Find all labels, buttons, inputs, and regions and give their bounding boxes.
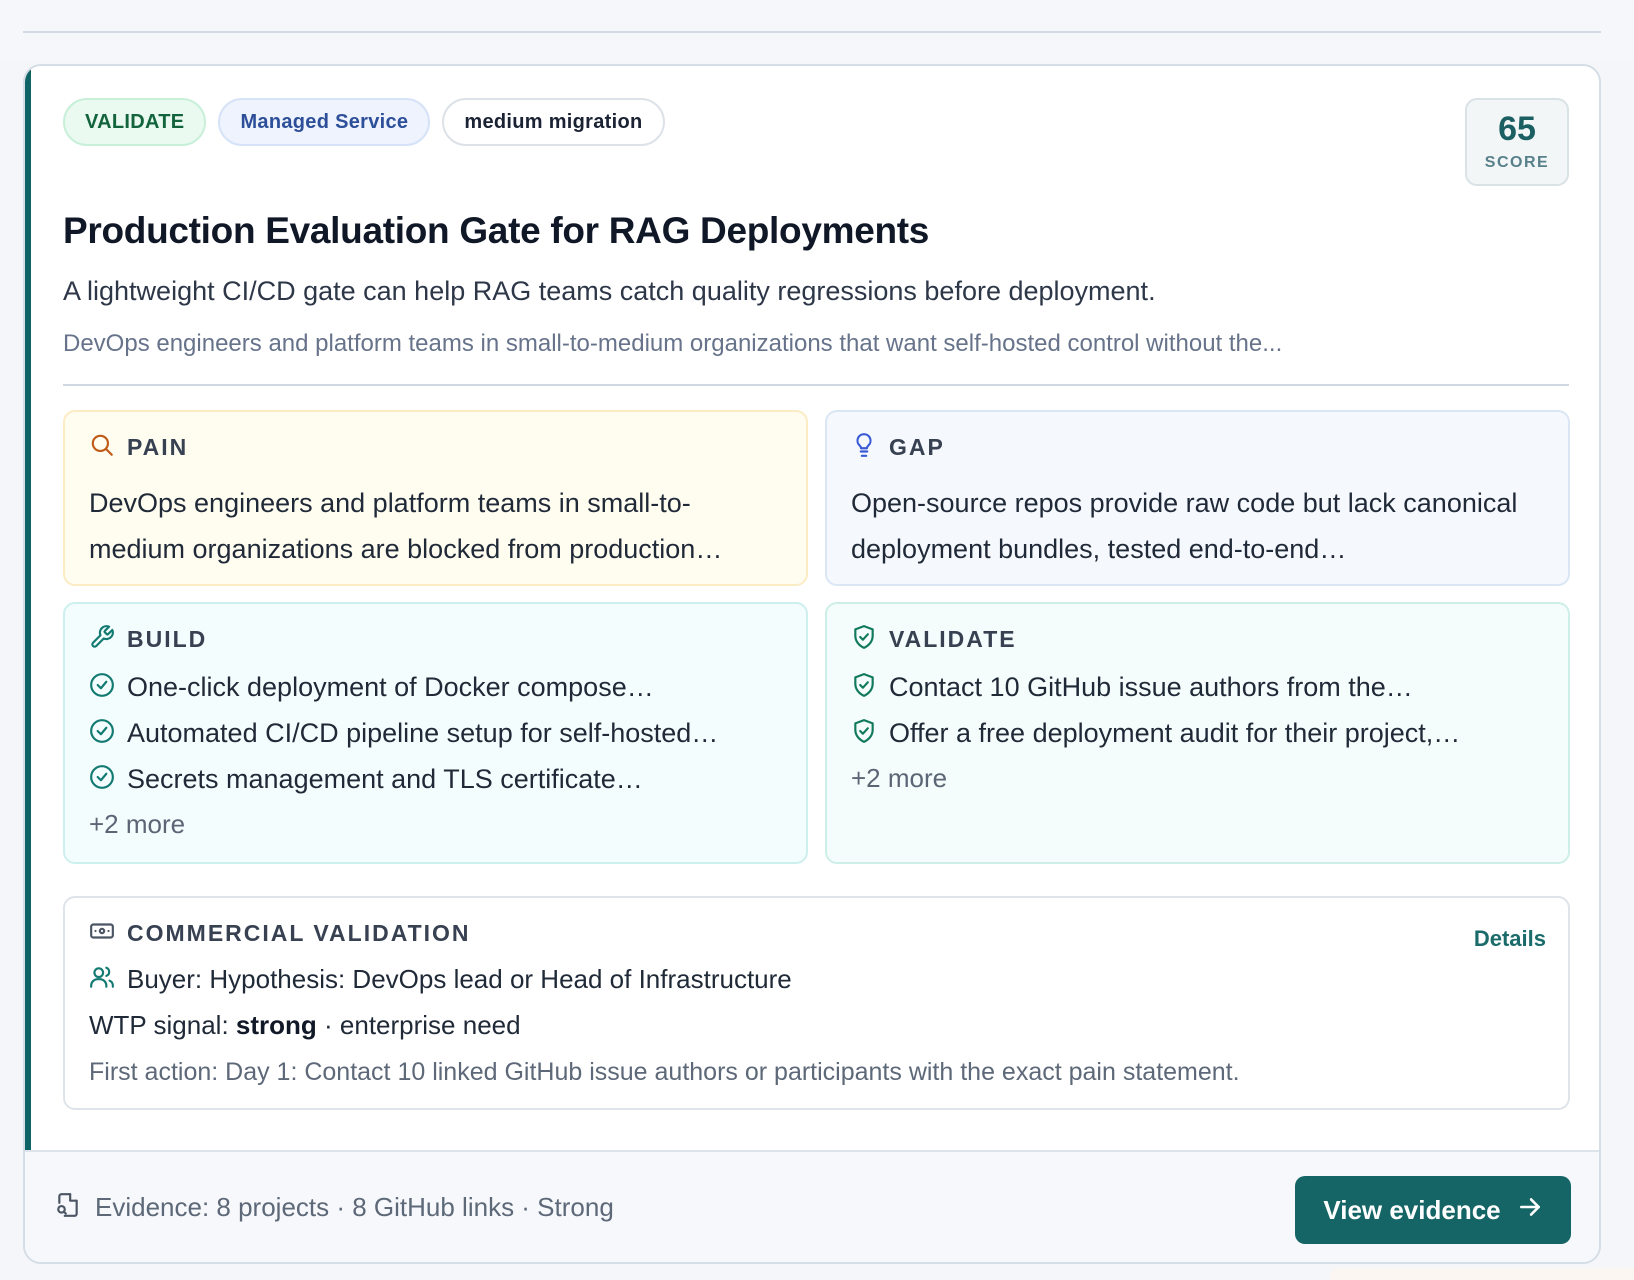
check-circle-icon (89, 764, 115, 795)
pain-panel: PAIN DevOps engineers and platform teams… (63, 410, 808, 586)
view-evidence-button[interactable]: View evidence (1295, 1176, 1571, 1244)
card-footer: Evidence: 8 projects · 8 GitHub links · … (25, 1150, 1599, 1262)
validate-more-link[interactable]: +2 more (851, 756, 1551, 800)
gap-panel: GAP Open-source repos provide raw code b… (825, 410, 1570, 586)
file-search-icon (55, 1192, 81, 1223)
commercial-panel: COMMERCIAL VALIDATION Details Buyer: Hyp… (63, 896, 1570, 1110)
details-link[interactable]: Details (1474, 926, 1546, 952)
top-divider (23, 31, 1601, 33)
pain-text: DevOps engineers and platform teams in s… (89, 488, 723, 564)
wtp-signal: WTP signal: strong · enterprise need (89, 1010, 521, 1041)
evidence-summary: Evidence: 8 projects · 8 GitHub links · … (55, 1192, 614, 1223)
validate-label: VALIDATE (889, 626, 1017, 652)
pain-header: PAIN (89, 432, 188, 463)
validate-panel: VALIDATE Contact 10 GitHub issue authors… (825, 602, 1570, 864)
commercial-label: COMMERCIAL VALIDATION (127, 920, 471, 946)
validate-list: Contact 10 GitHub issue authors from the… (851, 664, 1551, 800)
validate-item: Contact 10 GitHub issue authors from the… (851, 664, 1551, 710)
validate-item: Offer a free deployment audit for their … (851, 710, 1551, 756)
pain-label: PAIN (127, 434, 189, 460)
gap-header: GAP (851, 432, 945, 463)
stage-tag: VALIDATE (63, 98, 207, 146)
build-label: BUILD (127, 626, 208, 652)
buyer-text: Buyer: Hypothesis: DevOps lead or Head o… (127, 964, 792, 994)
lightbulb-icon (851, 432, 877, 463)
build-panel: BUILD One-click deployment of Docker com… (63, 602, 808, 864)
build-item-text: Automated CI/CD pipeline setup for self-… (127, 717, 719, 748)
wtp-prefix: WTP signal: (89, 1010, 236, 1040)
check-circle-icon (89, 672, 115, 703)
wtp-suffix: · enterprise need (316, 1010, 521, 1040)
view-evidence-label: View evidence (1323, 1194, 1501, 1225)
corner-shadow (1330, 1268, 1634, 1280)
validate-item-text: Contact 10 GitHub issue authors from the… (889, 671, 1413, 702)
card-audience: DevOps engineers and platform teams in s… (63, 330, 1283, 357)
category-tag: Managed Service (218, 98, 431, 146)
build-list: One-click deployment of Docker compose… … (89, 664, 789, 846)
first-action: First action: Day 1: Contact 10 linked G… (89, 1058, 1240, 1086)
score-label: SCORE (1484, 154, 1550, 171)
build-item-text: One-click deployment of Docker compose… (127, 671, 654, 702)
banknote-icon (89, 918, 115, 949)
section-divider (63, 384, 1569, 386)
buyer-row: Buyer: Hypothesis: DevOps lead or Head o… (89, 964, 792, 995)
shield-check-icon (851, 672, 877, 703)
build-item: Secrets management and TLS certificate… (89, 756, 789, 802)
build-more-link[interactable]: +2 more (89, 802, 789, 846)
search-icon (89, 432, 115, 463)
commercial-header: COMMERCIAL VALIDATION (89, 918, 471, 949)
shield-check-icon (851, 624, 877, 655)
score-badge: 65 SCORE (1465, 98, 1569, 186)
card-summary: A lightweight CI/CD gate can help RAG te… (63, 276, 1156, 306)
validate-item-text: Offer a free deployment audit for their … (889, 717, 1461, 748)
wrench-icon (89, 624, 115, 655)
gap-label: GAP (889, 434, 945, 460)
users-icon (89, 964, 115, 995)
arrow-right-icon (1517, 1194, 1543, 1227)
build-header: BUILD (89, 624, 207, 655)
wtp-strength: strong (235, 1010, 317, 1040)
card-accent-bar (25, 66, 31, 1150)
validate-header: VALIDATE (851, 624, 1017, 655)
build-item: One-click deployment of Docker compose… (89, 664, 789, 710)
card-title: Production Evaluation Gate for RAG Deplo… (63, 210, 930, 251)
check-circle-icon (89, 718, 115, 749)
tag-row: VALIDATE Managed Service medium migratio… (63, 98, 665, 146)
evidence-text: Evidence: 8 projects · 8 GitHub links · … (95, 1192, 614, 1222)
migration-tag: medium migration (442, 98, 665, 146)
shield-check-icon (851, 718, 877, 749)
opportunity-card: VALIDATE Managed Service medium migratio… (23, 64, 1601, 1264)
build-item: Automated CI/CD pipeline setup for self-… (89, 710, 789, 756)
build-item-text: Secrets management and TLS certificate… (127, 763, 643, 794)
gap-text: Open-source repos provide raw code but l… (851, 488, 1518, 564)
top-strip (0, 0, 1634, 60)
score-value: 65 (1498, 110, 1536, 148)
